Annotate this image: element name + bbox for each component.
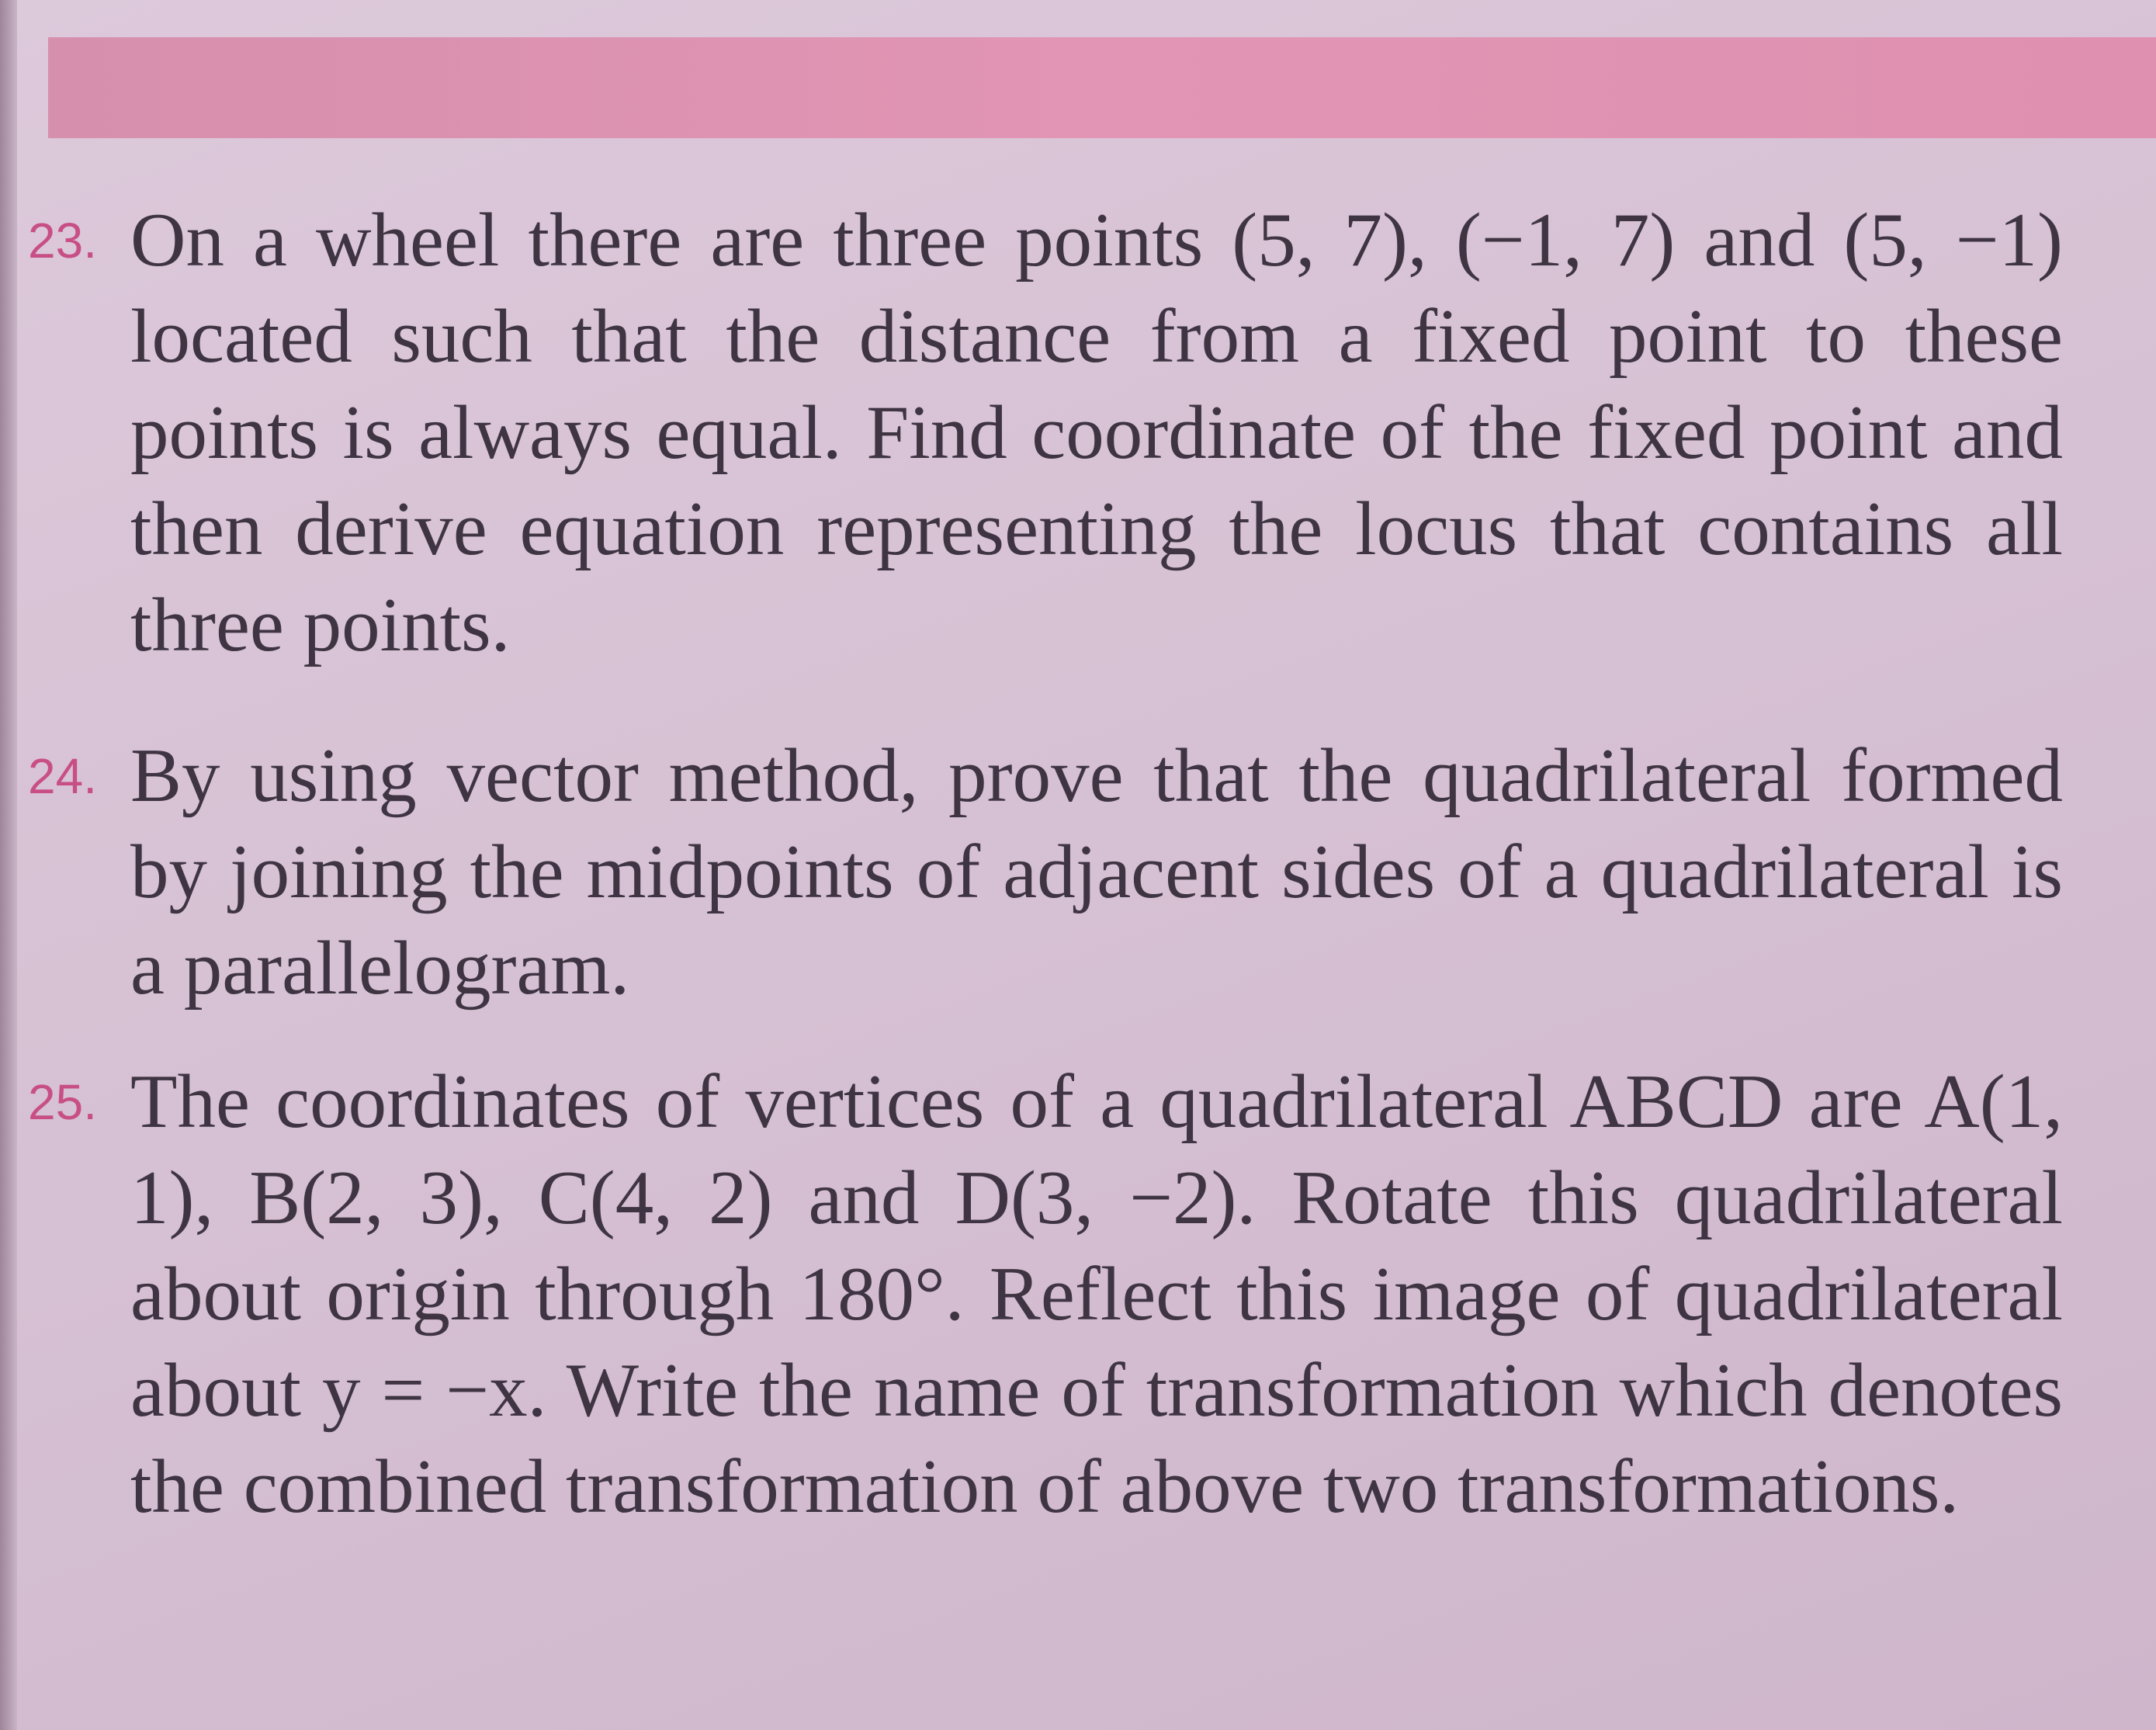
header-color-band <box>48 37 2156 138</box>
question-text: The coordinates of vertices of a quadril… <box>130 1059 2063 1529</box>
question-number: 23. <box>28 213 97 269</box>
textbook-page: 23. On a wheel there are three points (5… <box>17 0 2156 1730</box>
page-binding-edge <box>0 0 17 1730</box>
question-number: 25. <box>28 1074 97 1130</box>
question-text: On a wheel there are three points (5, 7)… <box>130 198 2063 667</box>
question-text: By using vector method, prove that the q… <box>130 733 2063 1011</box>
question-number: 24. <box>28 748 97 804</box>
